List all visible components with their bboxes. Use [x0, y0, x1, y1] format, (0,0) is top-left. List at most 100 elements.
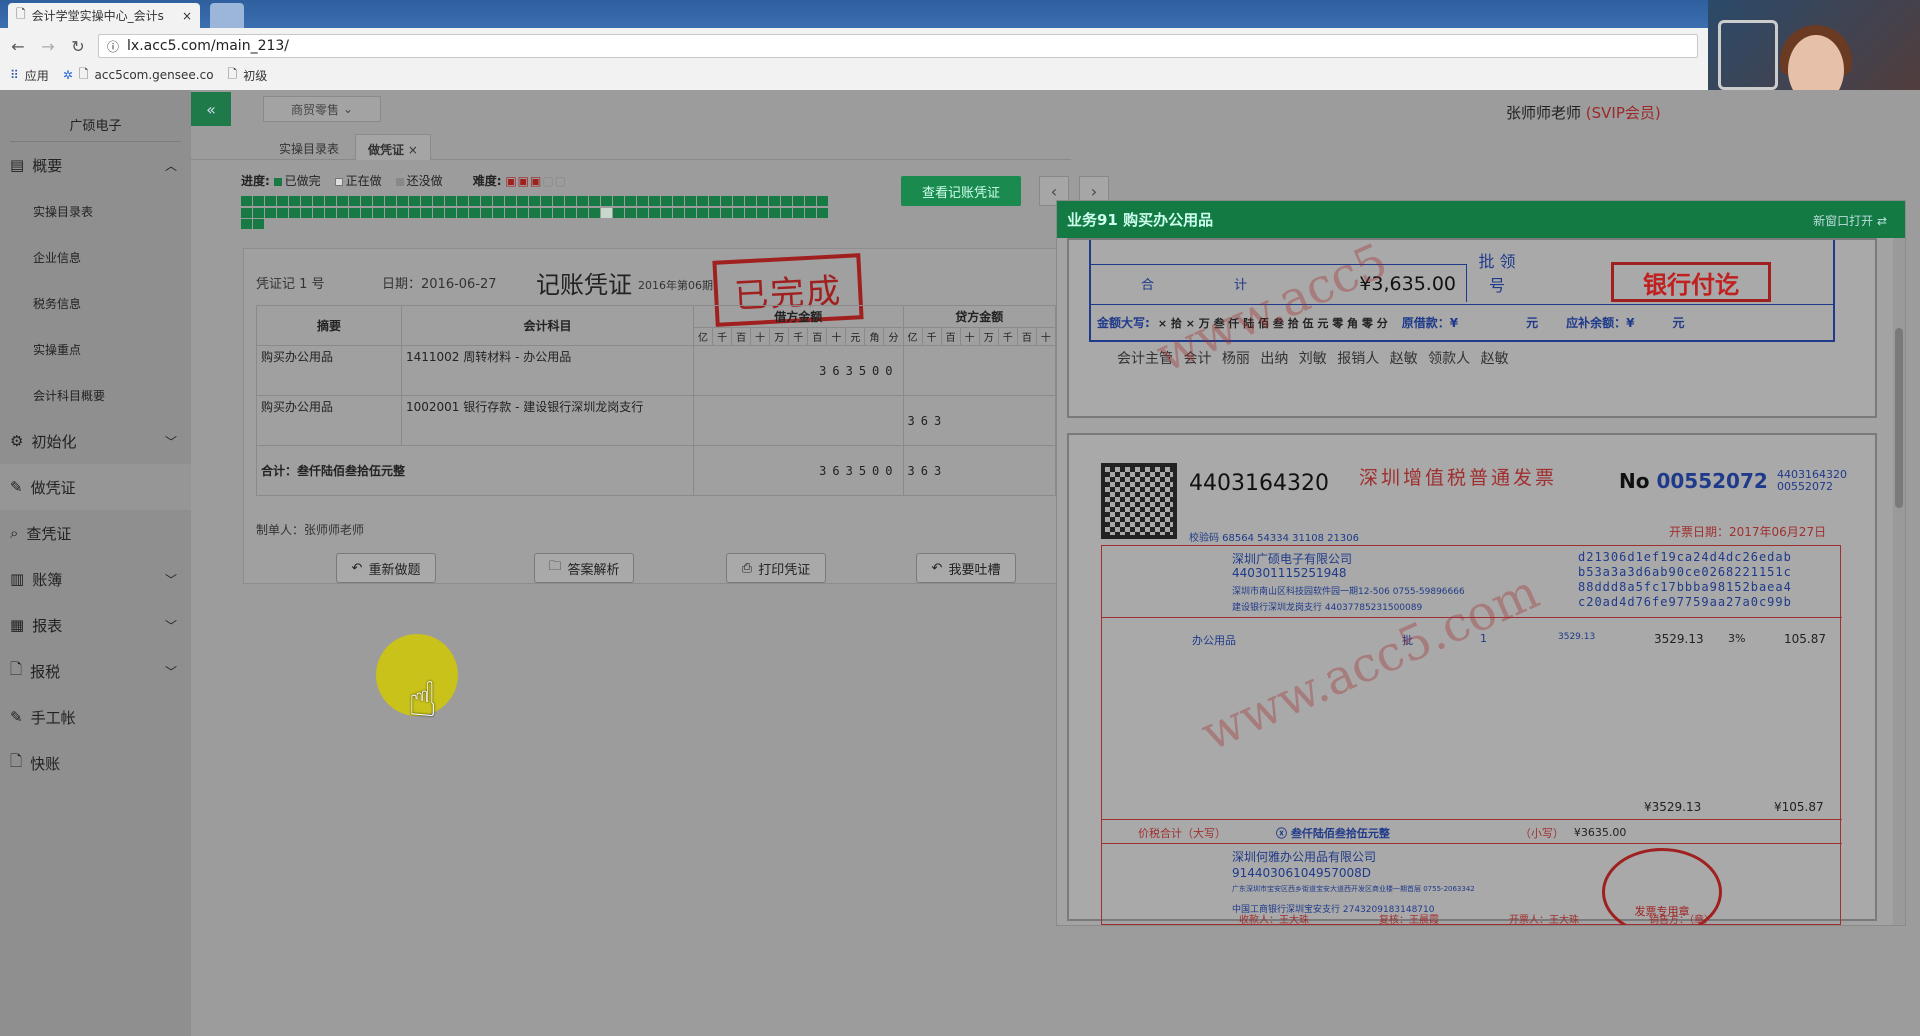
- progress-cell[interactable]: [577, 196, 588, 206]
- progress-cell[interactable]: [589, 207, 600, 218]
- progress-cell[interactable]: [541, 196, 552, 206]
- progress-cell[interactable]: [265, 207, 276, 218]
- progress-cell[interactable]: [805, 207, 816, 218]
- progress-cell[interactable]: [793, 207, 804, 218]
- progress-cell[interactable]: [253, 207, 264, 218]
- progress-cell[interactable]: [601, 207, 612, 218]
- view-voucher-button[interactable]: 查看记账凭证: [901, 176, 1021, 206]
- progress-cell[interactable]: [325, 207, 336, 218]
- progress-cell[interactable]: [781, 207, 792, 218]
- panel-scrollbar[interactable]: [1893, 238, 1905, 925]
- progress-cell[interactable]: [277, 196, 288, 206]
- progress-cell[interactable]: [469, 207, 480, 218]
- progress-cell[interactable]: [769, 207, 780, 218]
- progress-cell[interactable]: [241, 207, 252, 218]
- progress-cell[interactable]: [697, 196, 708, 206]
- progress-cell[interactable]: [373, 196, 384, 206]
- progress-cell[interactable]: [721, 196, 732, 206]
- progress-cell[interactable]: [565, 196, 576, 206]
- progress-cell[interactable]: [433, 207, 444, 218]
- progress-cell[interactable]: [337, 196, 348, 206]
- progress-cell[interactable]: [421, 196, 432, 206]
- progress-cell[interactable]: [685, 207, 696, 218]
- progress-cell[interactable]: [637, 196, 648, 206]
- progress-cell[interactable]: [457, 207, 468, 218]
- progress-cell[interactable]: [709, 196, 720, 206]
- progress-cell[interactable]: [673, 196, 684, 206]
- progress-cell[interactable]: [661, 207, 672, 218]
- progress-cell[interactable]: [349, 196, 360, 206]
- progress-cell[interactable]: [373, 207, 384, 218]
- progress-cell[interactable]: [517, 207, 528, 218]
- debit-cell[interactable]: 363500: [693, 345, 904, 396]
- close-icon[interactable]: ×: [408, 143, 418, 157]
- progress-cell[interactable]: [613, 196, 624, 206]
- progress-cell[interactable]: [277, 207, 288, 218]
- sidebar-item-init[interactable]: ⚙ 初始化 ﹀: [0, 418, 191, 464]
- progress-cell[interactable]: [589, 196, 600, 206]
- progress-cell[interactable]: [397, 196, 408, 206]
- progress-cell[interactable]: [709, 207, 720, 218]
- progress-cell[interactable]: [313, 196, 324, 206]
- progress-cell[interactable]: [361, 207, 372, 218]
- progress-cell[interactable]: [553, 196, 564, 206]
- table-row[interactable]: 购买办公用品 1002001 银行存款 - 建设银行深圳龙岗支行 363: [256, 395, 1057, 446]
- progress-cell[interactable]: [301, 196, 312, 206]
- progress-cell[interactable]: [289, 196, 300, 206]
- progress-cell[interactable]: [241, 196, 252, 206]
- sidebar-subitem-keypoints[interactable]: 实操重点: [0, 326, 191, 372]
- credit-cell[interactable]: [902, 345, 1057, 396]
- tab-make-voucher[interactable]: 做凭证 ×: [355, 134, 431, 160]
- progress-cell[interactable]: [385, 196, 396, 206]
- tab-catalog[interactable]: 实操目录表: [267, 134, 351, 160]
- complain-button[interactable]: ↶ 我要吐槽: [916, 553, 1016, 583]
- progress-cell[interactable]: [301, 207, 312, 218]
- progress-cell[interactable]: [805, 196, 816, 206]
- progress-cell[interactable]: [253, 196, 264, 206]
- progress-cell[interactable]: [253, 219, 264, 230]
- progress-cell[interactable]: [505, 207, 516, 218]
- progress-cell[interactable]: [265, 196, 276, 206]
- sidebar-item-search-voucher[interactable]: ⌕ 查凭证: [0, 510, 191, 556]
- progress-cell[interactable]: [625, 207, 636, 218]
- answer-button[interactable]: 🗀 答案解析: [534, 553, 634, 583]
- reload-icon[interactable]: ↻: [68, 36, 88, 56]
- progress-cell[interactable]: [817, 196, 828, 206]
- progress-cell[interactable]: [817, 207, 828, 218]
- progress-cell[interactable]: [601, 196, 612, 206]
- progress-cell[interactable]: [565, 207, 576, 218]
- progress-cell[interactable]: [325, 196, 336, 206]
- close-tab-icon[interactable]: ×: [182, 9, 192, 23]
- progress-cell[interactable]: [349, 207, 360, 218]
- account-cell[interactable]: 1002001 银行存款 - 建设银行深圳龙岗支行: [401, 395, 694, 446]
- progress-cell[interactable]: [457, 196, 468, 206]
- progress-cell[interactable]: [517, 196, 528, 206]
- sidebar-item-ledger[interactable]: ▥ 账簿 ﹀: [0, 556, 191, 602]
- progress-cell[interactable]: [397, 207, 408, 218]
- url-field[interactable]: ⓘ lx.acc5.com/main_213/: [98, 34, 1698, 58]
- sidebar-item-reports[interactable]: ▦ 报表 ﹀: [0, 602, 191, 648]
- progress-cell[interactable]: [421, 207, 432, 218]
- progress-cell[interactable]: [685, 196, 696, 206]
- sidebar-item-manual[interactable]: ✎ 手工帐: [0, 694, 191, 740]
- progress-cell[interactable]: [637, 207, 648, 218]
- credit-cell[interactable]: 363: [902, 395, 1057, 446]
- progress-cell[interactable]: [493, 196, 504, 206]
- new-tab-button[interactable]: [210, 3, 244, 28]
- bookmark-apps[interactable]: ⠿ 应用: [10, 67, 49, 84]
- bookmark-gensee[interactable]: ✲ 🗋 acc5com.gensee.co: [63, 65, 214, 86]
- progress-cell[interactable]: [385, 207, 396, 218]
- progress-cell[interactable]: [661, 196, 672, 206]
- progress-cell[interactable]: [469, 196, 480, 206]
- debit-cell[interactable]: [693, 395, 904, 446]
- progress-cell[interactable]: [577, 207, 588, 218]
- back-icon[interactable]: ←: [8, 36, 28, 56]
- bookmark-basic[interactable]: 🗋 初级: [228, 65, 268, 86]
- sidebar-item-overview[interactable]: ▤ 概要 ︿: [0, 142, 191, 188]
- progress-cell[interactable]: [649, 196, 660, 206]
- table-row[interactable]: 购买办公用品 1411002 周转材料 - 办公用品 363500: [256, 345, 1057, 396]
- progress-cell[interactable]: [481, 196, 492, 206]
- progress-cell[interactable]: [793, 196, 804, 206]
- sidebar-item-quick[interactable]: 🗋 快账: [0, 740, 191, 786]
- progress-cell[interactable]: [241, 219, 252, 230]
